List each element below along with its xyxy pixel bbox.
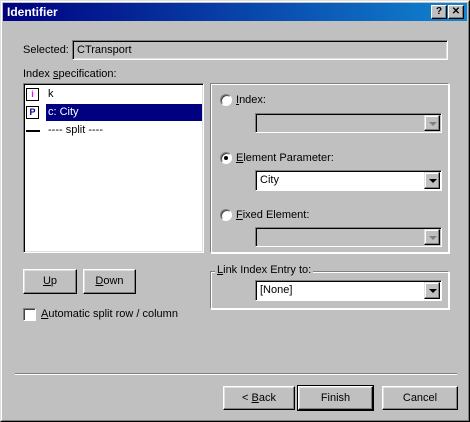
element-parameter-radio[interactable] bbox=[220, 152, 232, 164]
selected-label: Selected: bbox=[23, 44, 69, 56]
fixed-element-select[interactable] bbox=[255, 227, 442, 247]
index-radio-label: Index: bbox=[236, 94, 266, 106]
bottom-separator bbox=[15, 373, 457, 375]
element-parameter-label: Element Parameter: bbox=[236, 152, 334, 164]
cancel-button[interactable]: Cancel bbox=[382, 386, 458, 410]
selected-field: CTransport bbox=[72, 40, 448, 60]
automatic-split-label: Automatic split row / column bbox=[41, 308, 178, 320]
selected-value: CTransport bbox=[77, 44, 132, 56]
window-title: Identifier bbox=[7, 5, 58, 19]
chevron-down-icon bbox=[429, 122, 437, 126]
index-spec-label: Index specification: bbox=[23, 68, 117, 80]
back-button[interactable]: < Back bbox=[223, 386, 295, 410]
radio-selected-dot bbox=[224, 156, 228, 160]
index-dropdown-button[interactable] bbox=[424, 115, 440, 131]
parameter-icon: P bbox=[26, 106, 39, 119]
element-parameter-dropdown-button[interactable] bbox=[424, 172, 440, 189]
chevron-down-icon bbox=[429, 289, 437, 293]
chevron-down-icon bbox=[429, 179, 437, 183]
list-item-text: ---- split ---- bbox=[48, 124, 103, 136]
link-index-label: Link Index Entry to: bbox=[215, 264, 314, 276]
up-button[interactable]: Up bbox=[23, 269, 77, 294]
close-button[interactable]: ✕ bbox=[448, 5, 464, 19]
finish-button[interactable]: Finish bbox=[297, 385, 374, 411]
index-radio[interactable] bbox=[220, 94, 232, 106]
list-item[interactable]: i k bbox=[26, 86, 202, 103]
identifier-dialog: Identifier ? ✕ Selected: CTransport Inde… bbox=[0, 0, 470, 422]
down-button[interactable]: Down bbox=[83, 269, 136, 294]
split-line-icon bbox=[26, 130, 40, 132]
fixed-element-radio[interactable] bbox=[220, 209, 232, 221]
index-spec-list[interactable]: i k P c: City ---- split ---- bbox=[23, 83, 204, 253]
link-index-dropdown-button[interactable] bbox=[424, 282, 440, 299]
index-select[interactable] bbox=[255, 113, 442, 133]
list-item-text: c: City bbox=[46, 104, 202, 121]
list-item[interactable]: P c: City bbox=[26, 104, 202, 121]
chevron-down-icon bbox=[429, 236, 437, 240]
automatic-split-checkbox[interactable] bbox=[23, 308, 36, 321]
list-item[interactable]: ---- split ---- bbox=[26, 122, 202, 139]
title-bar[interactable]: Identifier ? ✕ bbox=[3, 3, 467, 21]
fixed-element-dropdown-button[interactable] bbox=[424, 229, 440, 245]
help-icon: ? bbox=[435, 6, 443, 17]
fixed-element-label: Fixed Element: bbox=[236, 209, 310, 221]
help-button[interactable]: ? bbox=[431, 5, 447, 19]
element-parameter-select[interactable]: City bbox=[255, 170, 442, 191]
close-icon: ✕ bbox=[451, 6, 461, 17]
list-item-text: k bbox=[48, 88, 54, 100]
link-index-value: [None] bbox=[260, 284, 293, 296]
element-parameter-value: City bbox=[260, 174, 279, 186]
link-index-select[interactable]: [None] bbox=[255, 280, 442, 301]
index-type-icon: i bbox=[26, 88, 39, 101]
